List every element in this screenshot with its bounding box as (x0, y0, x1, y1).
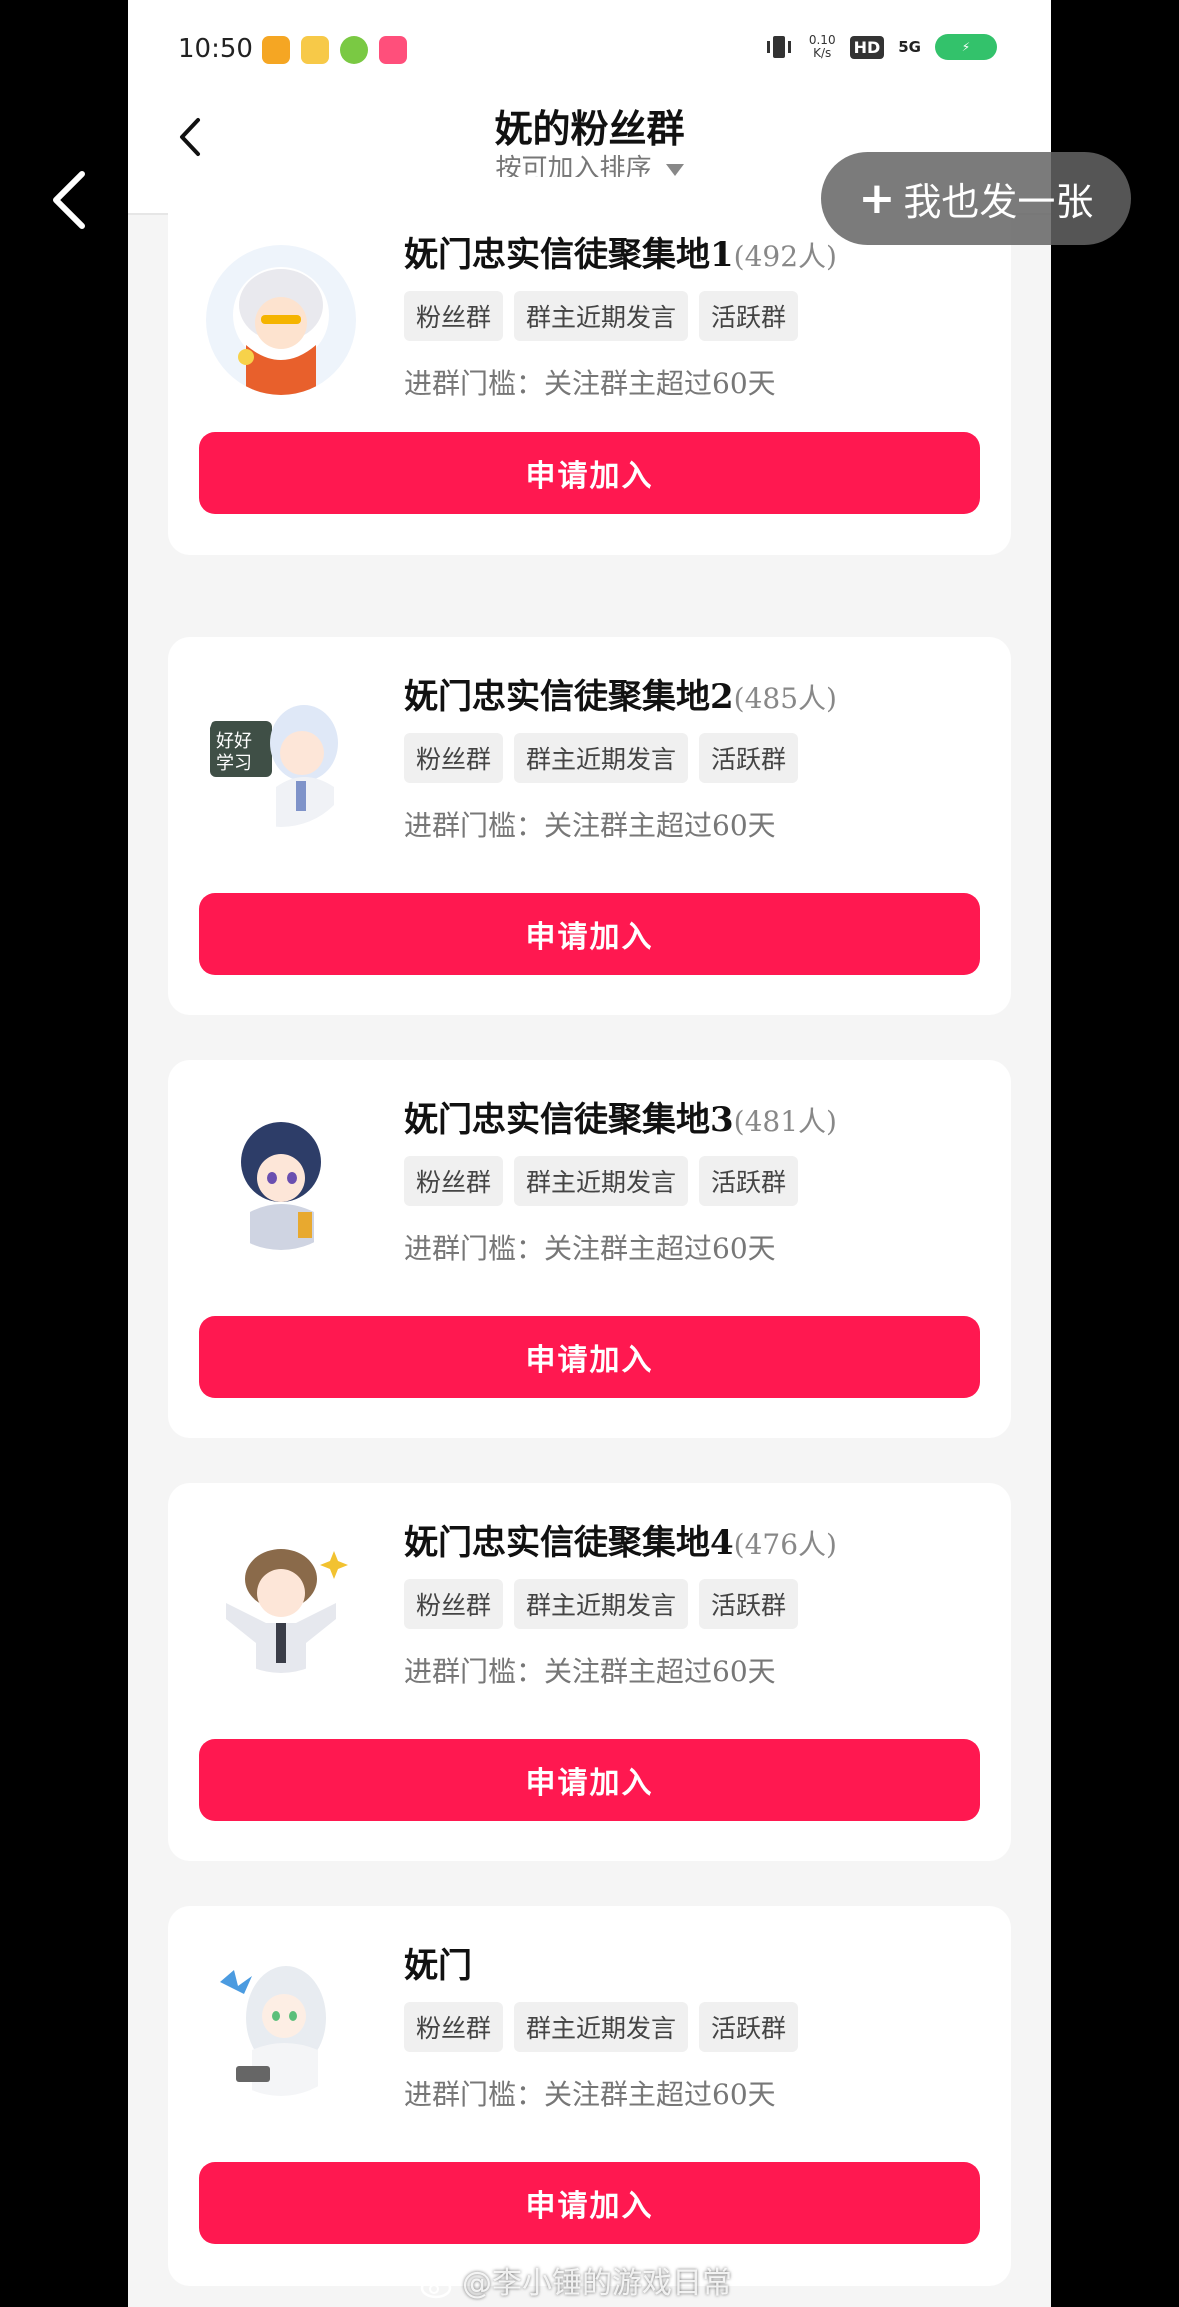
join-threshold: 进群门槛：关注群主超过60天 (404, 2078, 776, 2111)
tag-fan-group: 粉丝群 (404, 291, 504, 341)
group-card: 妩门忠实信徒聚集地4(476人) 粉丝群 群主近期发言 活跃群 进群门槛：关注群… (168, 1483, 1011, 1861)
share-too-label: 我也发一张 (903, 180, 1094, 224)
group-avatar (206, 1946, 356, 2096)
group-member-count: (481人) (733, 1105, 837, 1138)
group-card: 妩门忠实信徒聚集地3(481人) 粉丝群 群主近期发言 活跃群 进群门槛：关注群… (168, 1060, 1011, 1438)
tag-active-group: 活跃群 (699, 733, 799, 783)
group-avatar (206, 1100, 356, 1250)
hd-icon: HD (849, 35, 885, 59)
status-indicators: 0.10 K/s HD 5G ⚡︎ (763, 34, 997, 60)
group-tags: 粉丝群 群主近期发言 活跃群 (404, 291, 799, 341)
group-card: 好好 学习 妩门忠实信徒聚集地2(485人) 粉丝群 群主近期发言 活跃群 进群… (168, 637, 1011, 1015)
group-tags: 粉丝群 群主近期发言 活跃群 (404, 1579, 799, 1629)
weibo-icon (262, 36, 290, 64)
tag-owner-recent-post: 群主近期发言 (514, 733, 689, 783)
group-member-count: (485人) (733, 682, 837, 715)
group-member-count: (476人) (733, 1528, 837, 1561)
svg-text:学习: 学习 (216, 753, 252, 774)
group-avatar (206, 245, 356, 395)
app-notification-icon (301, 36, 329, 64)
tag-fan-group: 粉丝群 (404, 2002, 504, 2052)
group-member-count: (492人) (733, 240, 837, 273)
net-speed: 0.10 K/s (808, 33, 836, 60)
share-too-button[interactable]: + 我也发一张 (821, 152, 1131, 245)
watermark-text: @李小锤的游戏日常 (462, 2266, 732, 2301)
group-avatar (206, 1523, 356, 1673)
status-notification-icons (262, 36, 407, 64)
group-name: 妩门忠实信徒聚集地3(481人) (404, 1100, 837, 1140)
tag-active-group: 活跃群 (699, 1156, 799, 1206)
apply-join-button[interactable]: 申请加入 (199, 1316, 980, 1398)
apply-join-button[interactable]: 申请加入 (199, 893, 980, 975)
group-card: 妩门 粉丝群 群主近期发言 活跃群 进群门槛：关注群主超过60天 申请加入 (168, 1906, 1011, 2286)
signal-5g-icon: 5G (898, 38, 921, 56)
tag-active-group: 活跃群 (699, 291, 799, 341)
apply-join-button[interactable]: 申请加入 (199, 432, 980, 514)
plus-icon: + (858, 173, 896, 224)
tag-owner-recent-post: 群主近期发言 (514, 1156, 689, 1206)
apply-join-button[interactable]: 申请加入 (199, 2162, 980, 2244)
tag-owner-recent-post: 群主近期发言 (514, 2002, 689, 2052)
tag-owner-recent-post: 群主近期发言 (514, 291, 689, 341)
tag-active-group: 活跃群 (699, 1579, 799, 1629)
svg-text:好好: 好好 (216, 731, 252, 752)
group-name: 妩门 (404, 1946, 472, 1986)
tag-owner-recent-post: 群主近期发言 (514, 1579, 689, 1629)
group-name: 妩门忠实信徒聚集地1(492人) (404, 235, 837, 275)
battery-icon: ⚡︎ (935, 34, 997, 60)
join-threshold: 进群门槛：关注群主超过60天 (404, 809, 776, 842)
watermark: @李小锤的游戏日常 (420, 2258, 732, 2302)
tag-active-group: 活跃群 (699, 2002, 799, 2052)
viewer-back-icon[interactable] (48, 168, 92, 232)
app-notification-icon (340, 36, 368, 64)
status-time: 10:50 (178, 34, 253, 64)
tag-fan-group: 粉丝群 (404, 1156, 504, 1206)
join-threshold: 进群门槛：关注群主超过60天 (404, 1655, 776, 1688)
status-bar: 10:50 0.10 K/s HD 5G ⚡︎ (128, 0, 1051, 90)
weibo-logo-icon (420, 2273, 455, 2298)
app-notification-icon (379, 36, 407, 64)
join-threshold: 进群门槛：关注群主超过60天 (404, 367, 776, 400)
group-avatar: 好好 学习 (206, 677, 356, 827)
group-tags: 粉丝群 群主近期发言 活跃群 (404, 1156, 799, 1206)
tag-fan-group: 粉丝群 (404, 1579, 504, 1629)
tag-fan-group: 粉丝群 (404, 733, 504, 783)
join-threshold: 进群门槛：关注群主超过60天 (404, 1232, 776, 1265)
page-title: 妩的粉丝群 (494, 106, 685, 151)
group-tags: 粉丝群 群主近期发言 活跃群 (404, 2002, 799, 2052)
phone-screen: 10:50 0.10 K/s HD 5G ⚡︎ 妩的粉丝群 按可加入排序 妩门忠… (128, 0, 1051, 2307)
group-tags: 粉丝群 群主近期发言 活跃群 (404, 733, 799, 783)
group-name: 妩门忠实信徒聚集地4(476人) (404, 1523, 837, 1563)
vibrate-icon (766, 36, 791, 58)
group-name: 妩门忠实信徒聚集地2(485人) (404, 677, 837, 717)
apply-join-button[interactable]: 申请加入 (199, 1739, 980, 1821)
caret-down-icon (665, 164, 684, 176)
